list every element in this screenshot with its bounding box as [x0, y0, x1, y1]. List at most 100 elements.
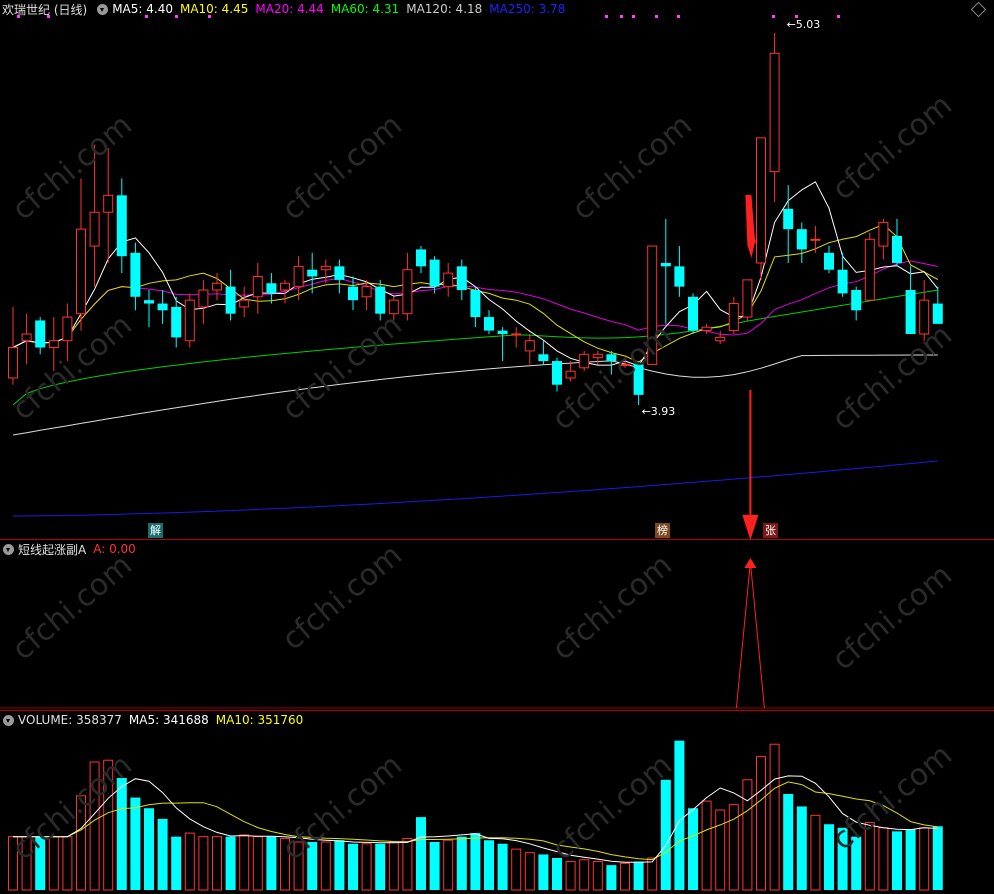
- candle-body: [660, 262, 671, 267]
- candle-body: [497, 330, 508, 334]
- candle-body: [810, 238, 821, 241]
- volume-bar: [198, 836, 209, 891]
- candle-body: [565, 370, 576, 379]
- candle-body: [756, 137, 766, 264]
- volume-bar: [402, 837, 413, 891]
- volume-bar: [742, 779, 753, 891]
- marker-jie: 解: [148, 523, 163, 538]
- volume-bar: [266, 836, 277, 890]
- candle-body: [674, 266, 685, 287]
- volume-bar: [647, 857, 658, 891]
- candle-body: [293, 265, 304, 288]
- candle-body: [184, 299, 195, 342]
- signal-dot: [47, 15, 50, 18]
- candle-body: [361, 286, 372, 298]
- candle-body: [130, 252, 141, 297]
- volume-ma5: MA5: 341688: [128, 713, 209, 727]
- volume-bar: [878, 827, 889, 891]
- candle-body: [837, 269, 848, 294]
- volume-bar: [320, 841, 331, 891]
- candle-body: [21, 333, 32, 342]
- volume-bar: [144, 808, 154, 890]
- marker-bang: 榜: [655, 523, 670, 538]
- candle-body: [524, 340, 535, 352]
- candle-body: [742, 279, 753, 318]
- candle-body: [905, 290, 916, 334]
- candlestick-chart[interactable]: ←5.03 ←3.93: [0, 0, 994, 540]
- volume-bar: [157, 818, 168, 890]
- marker-zhang: 张: [763, 523, 778, 538]
- volume-bar: [810, 814, 821, 891]
- signal-dot: [605, 15, 608, 18]
- signal-dot: [145, 15, 148, 18]
- candle-body: [715, 336, 726, 342]
- candle-body: [579, 353, 590, 369]
- candle-body: [76, 228, 86, 315]
- volume-bar: [171, 836, 182, 890]
- signal-dot: [632, 15, 635, 18]
- volume-bar: [252, 836, 263, 891]
- signal-dot: [677, 15, 680, 18]
- candle-body: [48, 340, 59, 349]
- candle-body: [388, 299, 399, 315]
- candle-body: [429, 259, 440, 287]
- volume-bar: [633, 861, 644, 890]
- candle-body: [878, 221, 889, 247]
- volume-bar: [538, 854, 549, 890]
- candle-body: [783, 208, 794, 230]
- volume-bar: [932, 826, 943, 890]
- candle-body: [198, 289, 209, 308]
- ma250-line: [12, 460, 938, 517]
- volume-bar: [429, 842, 440, 890]
- volume-bar: [524, 852, 535, 891]
- candle-body: [35, 320, 46, 348]
- volume-legend: VOLUME: 358377 MA5: 341688 MA10: 351760: [0, 711, 310, 729]
- volume-bar: [443, 839, 454, 891]
- candle-body: [796, 229, 807, 250]
- volume-bar: [388, 841, 399, 891]
- candle-body: [157, 303, 168, 311]
- volume-bar: [769, 743, 780, 891]
- volume-chart[interactable]: [0, 730, 994, 894]
- candle-body: [484, 317, 494, 331]
- volume-bar: [456, 836, 467, 890]
- candle-body: [171, 306, 182, 338]
- candle-body: [225, 286, 236, 314]
- volume-bar: [184, 832, 195, 891]
- candle-body: [511, 333, 522, 336]
- ma120-line: [12, 354, 938, 436]
- volume-bar: [796, 806, 807, 890]
- volume-bar: [361, 843, 372, 891]
- signal-dot: [17, 15, 20, 18]
- candle-body: [103, 194, 114, 213]
- volume-bar: [239, 834, 250, 891]
- volume-bar: [579, 859, 590, 891]
- candle-body: [116, 195, 127, 257]
- candle-body: [728, 303, 739, 332]
- volume-bar: [334, 840, 345, 890]
- candle-body: [851, 290, 862, 311]
- volume-bar: [660, 779, 671, 890]
- candle-body: [334, 266, 345, 280]
- volume-bar: [484, 840, 494, 890]
- high-price-label: ←5.03: [787, 18, 821, 31]
- candle-body: [348, 286, 358, 301]
- candle-body: [252, 275, 263, 298]
- candle-body: [144, 300, 154, 304]
- candle-body: [688, 296, 698, 331]
- indicator-chart[interactable]: [0, 540, 994, 712]
- volume-bar: [62, 836, 73, 891]
- volume-bar: [470, 833, 481, 890]
- signal-dot: [620, 15, 623, 18]
- volume-bar: [715, 809, 726, 891]
- volume-bar: [892, 831, 902, 890]
- signal-peak: [735, 561, 765, 709]
- volume-label[interactable]: VOLUME: 358377: [18, 713, 122, 727]
- volume-bar: [688, 808, 698, 890]
- volume-bar: [606, 865, 617, 890]
- candle-body: [824, 252, 834, 270]
- chevron-down-icon[interactable]: [3, 714, 14, 726]
- candle-body: [307, 269, 318, 277]
- signal-dot: [837, 15, 840, 18]
- candle-body: [89, 211, 100, 247]
